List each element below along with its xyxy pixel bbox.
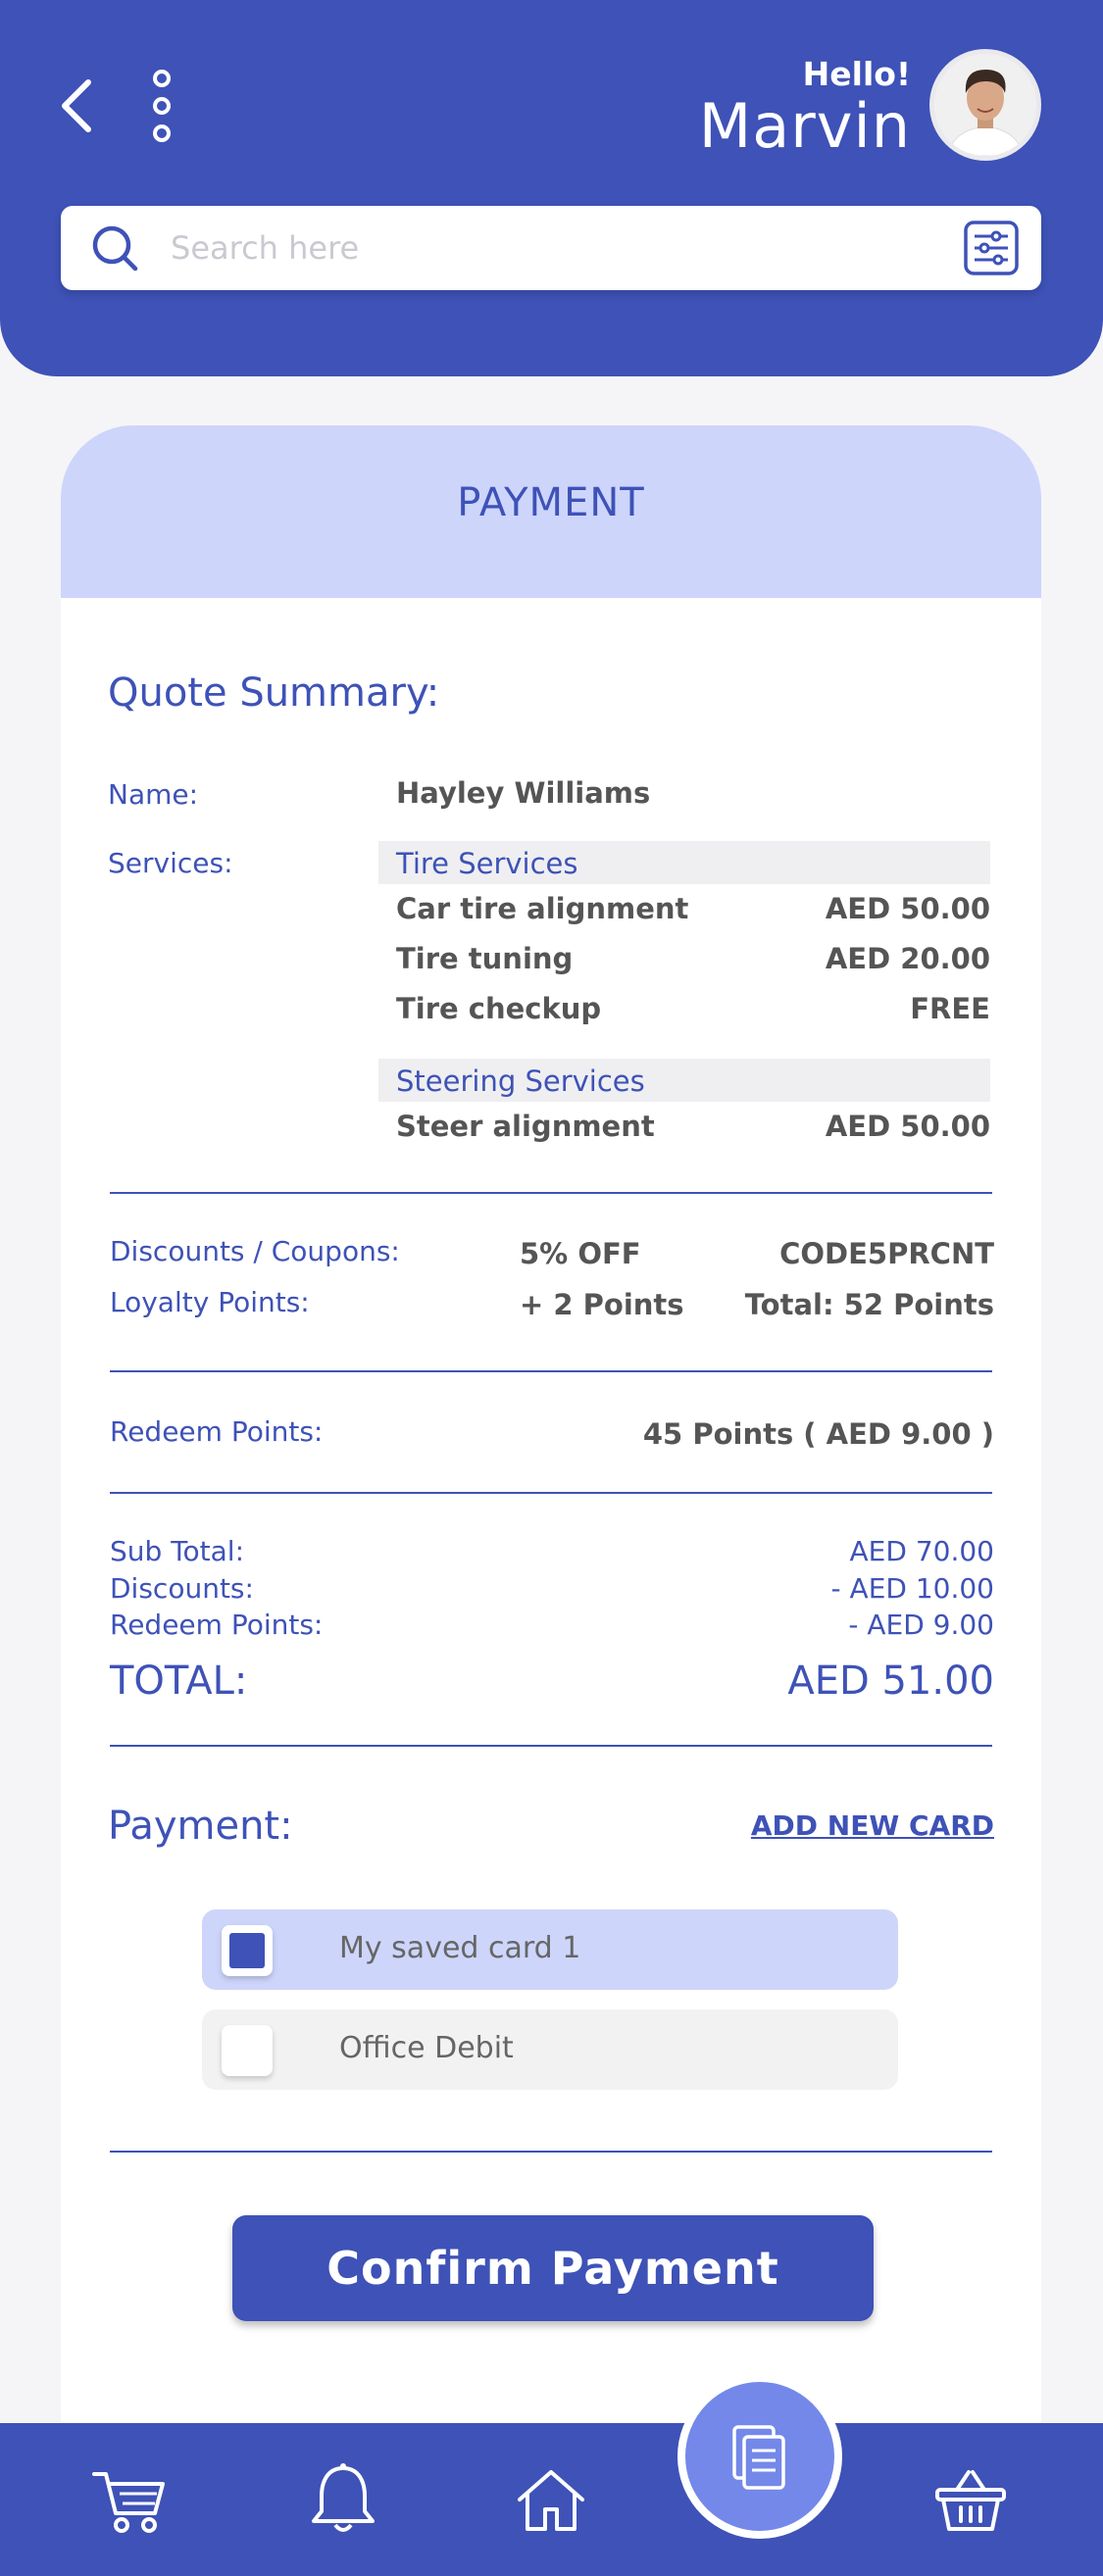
avatar[interactable] xyxy=(929,49,1041,161)
loyalty-label: Loyalty Points: xyxy=(110,1286,310,1318)
total-value: AED 51.00 xyxy=(787,1659,994,1704)
greeting-text: Hello! xyxy=(802,55,911,93)
divider xyxy=(110,1192,992,1194)
search-input[interactable]: Search here xyxy=(171,229,359,267)
search-icon[interactable] xyxy=(88,222,141,274)
subtotal-label: Sub Total: xyxy=(110,1535,245,1567)
back-arrow-icon[interactable] xyxy=(55,76,98,135)
confirm-payment-button[interactable]: Confirm Payment xyxy=(232,2215,874,2321)
discounts-sum-value: - AED 10.00 xyxy=(830,1572,994,1605)
add-new-card-link[interactable]: ADD NEW CARD xyxy=(751,1809,994,1842)
service-price: FREE xyxy=(910,992,990,1025)
payment-option-office-debit[interactable]: Office Debit xyxy=(202,2009,898,2090)
service-category: Steering Services xyxy=(378,1059,990,1102)
subtotal-value: AED 70.00 xyxy=(849,1535,994,1567)
loyalty-total: Total: 52 Points xyxy=(744,1288,994,1321)
discounts-label: Discounts / Coupons: xyxy=(110,1235,400,1267)
services-label: Services: xyxy=(108,847,233,879)
documents-fab[interactable] xyxy=(677,2374,842,2539)
redeem-value[interactable]: 45 Points ( AED 9.00 ) xyxy=(643,1417,994,1451)
service-price: AED 50.00 xyxy=(825,1110,990,1143)
divider xyxy=(110,1370,992,1372)
service-price: AED 50.00 xyxy=(825,892,990,925)
divider xyxy=(110,1492,992,1494)
name-label: Name: xyxy=(108,778,199,811)
page-title: PAYMENT xyxy=(457,480,645,525)
documents-icon xyxy=(732,2425,785,2490)
profile-photo xyxy=(934,54,1036,156)
service-name: Car tire alignment xyxy=(396,892,689,925)
cart-icon[interactable] xyxy=(90,2460,169,2539)
divider xyxy=(110,1745,992,1747)
total-label: TOTAL: xyxy=(110,1659,248,1704)
redeem-label: Redeem Points: xyxy=(110,1415,324,1448)
redeem-sum-value: - AED 9.00 xyxy=(848,1609,994,1641)
service-price: AED 20.00 xyxy=(825,942,990,975)
checkbox-unchecked[interactable] xyxy=(222,2025,273,2076)
loyalty-value: + 2 Points xyxy=(520,1288,684,1321)
service-name: Tire tuning xyxy=(396,942,574,975)
basket-icon[interactable] xyxy=(931,2460,1010,2539)
payment-option-label: Office Debit xyxy=(339,2031,514,2065)
service-name: Tire checkup xyxy=(396,992,602,1025)
more-options-icon[interactable] xyxy=(147,69,176,143)
app-header: Hello! Marvin Search here xyxy=(0,0,1103,376)
payment-heading: Payment: xyxy=(108,1804,293,1849)
discounts-sum-label: Discounts: xyxy=(110,1572,254,1605)
card-header: PAYMENT xyxy=(61,425,1041,598)
divider xyxy=(110,2151,992,2153)
filter-icon[interactable] xyxy=(963,220,1020,276)
payment-card: PAYMENT Quote Summary: Name: Hayley Will… xyxy=(61,425,1041,2543)
payment-option-saved-card[interactable]: My saved card 1 xyxy=(202,1909,898,1990)
home-icon[interactable] xyxy=(512,2460,590,2539)
service-category: Tire Services xyxy=(378,841,990,884)
bell-icon[interactable] xyxy=(304,2460,382,2539)
name-value: Hayley Williams xyxy=(396,776,651,810)
quote-summary-heading: Quote Summary: xyxy=(108,670,440,716)
checkbox-checked[interactable] xyxy=(222,1925,273,1976)
redeem-sum-label: Redeem Points: xyxy=(110,1609,324,1641)
username-text: Marvin xyxy=(698,90,911,162)
discount-value: 5% OFF xyxy=(520,1237,641,1270)
search-bar[interactable]: Search here xyxy=(61,206,1041,290)
payment-option-label: My saved card 1 xyxy=(339,1931,581,1965)
coupon-code: CODE5PRCNT xyxy=(779,1237,994,1270)
service-name: Steer alignment xyxy=(396,1110,655,1143)
